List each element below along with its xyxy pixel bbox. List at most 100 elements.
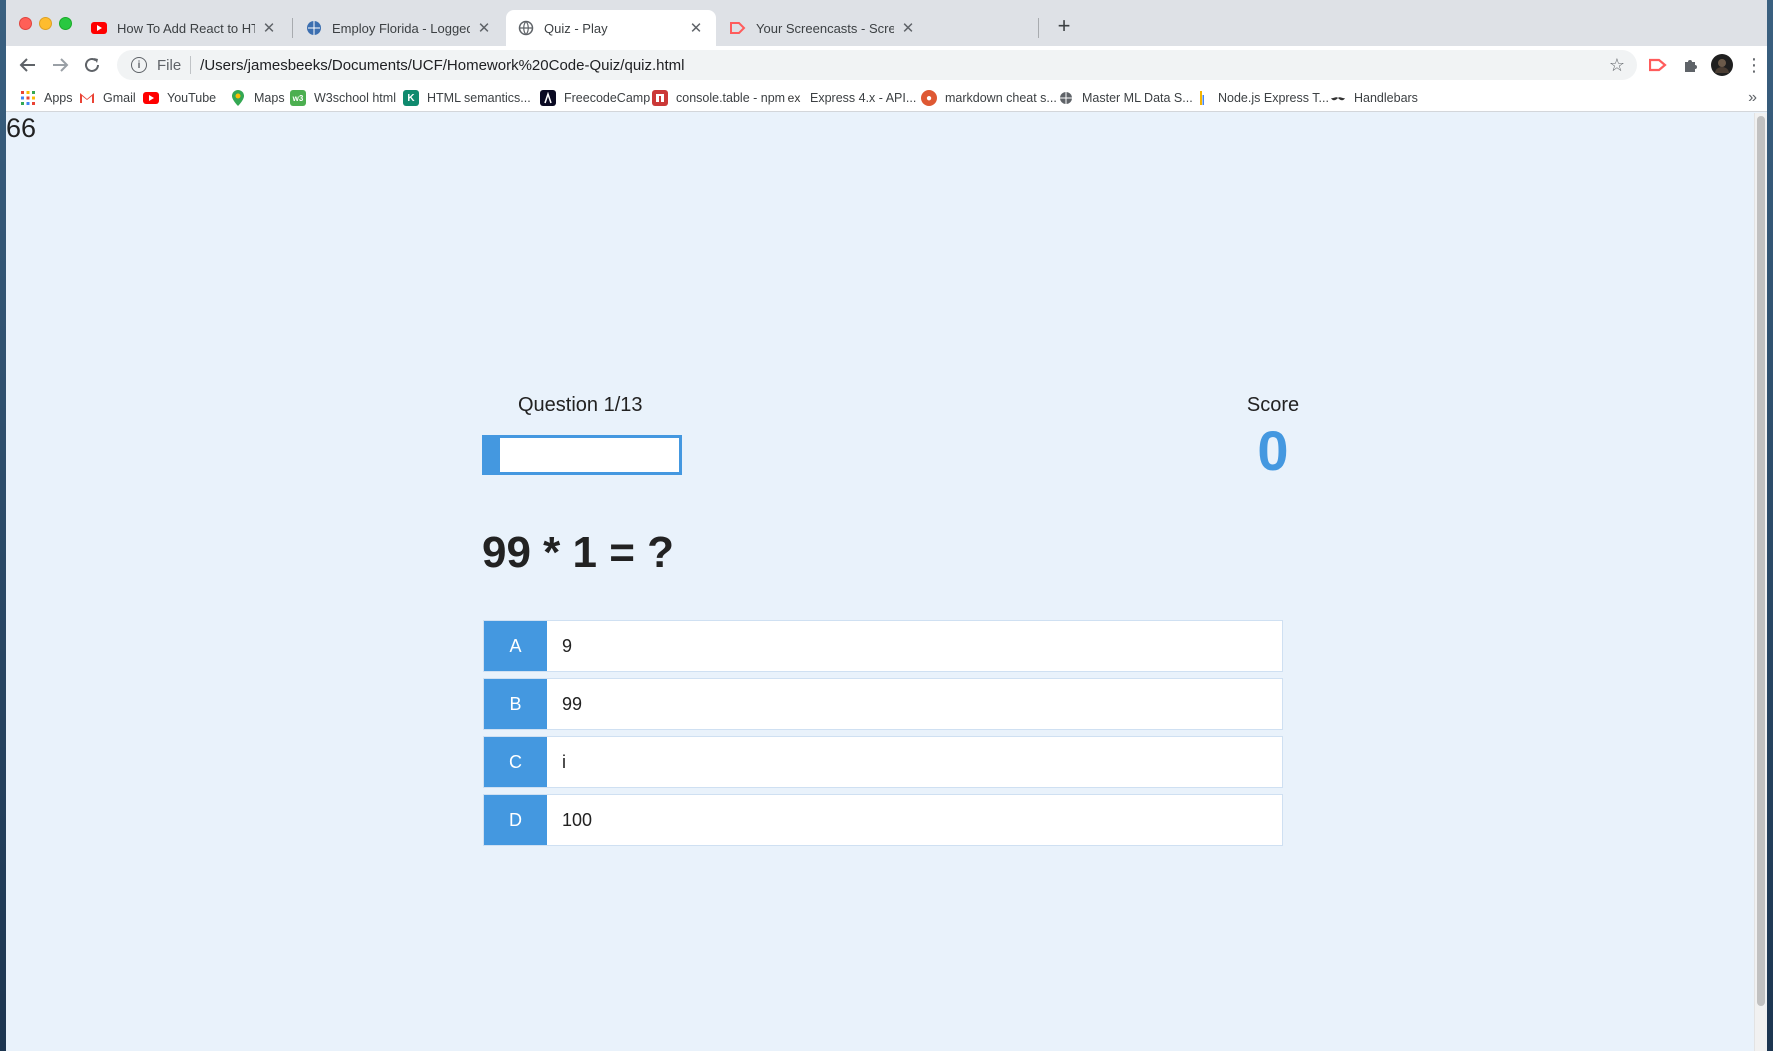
forward-arrow-icon[interactable] [48,53,72,77]
tab-title: Your Screencasts - Screencast [756,20,894,36]
bookmark-nodejs-express[interactable]: Node.js Express T... [1194,89,1329,107]
info-icon[interactable]: i [131,57,147,73]
bookmark-apps[interactable]: Apps [20,89,73,107]
bookmark-youtube[interactable]: YouTube [143,89,216,107]
quiz-page: 66 Question 1/13 Score 0 99 * 1 = ? A 9 … [6,113,1761,1051]
npm-icon [652,90,668,106]
close-window-button[interactable] [19,17,32,30]
tab-separator [292,18,293,38]
freecodecamp-icon [540,90,556,106]
tab-screencasts[interactable]: Your Screencasts - Screencast ✕ [718,10,928,46]
bookmark-label: Gmail [103,91,136,105]
gmail-icon [79,90,95,106]
bookmark-label: Maps [254,91,285,105]
youtube-icon [91,20,107,36]
bookmark-label: YouTube [167,91,217,105]
bar-icon [1194,90,1210,106]
address-bar[interactable]: i File /Users/jamesbeeks/Documents/UCF/H… [117,50,1637,80]
reload-icon[interactable] [80,53,104,77]
bookmark-label: Handlebars [1354,91,1418,105]
score-value: 0 [1257,419,1289,482]
bookmark-label: Express 4.x - API... [810,91,917,105]
apps-grid-icon [20,90,36,106]
chrome-menu-icon[interactable]: ⋮ [1742,53,1766,77]
globe-icon [518,20,534,36]
close-tab-icon[interactable]: ✕ [900,19,916,37]
bookmark-w3school[interactable]: w3 W3school html [290,89,396,107]
bookmark-gmail[interactable]: Gmail [79,89,136,107]
choice-text: i [562,751,566,772]
bookmark-master-ml[interactable]: Master ML Data S... [1058,89,1193,107]
bookmark-markdown-cheat[interactable]: ● markdown cheat s... [921,89,1057,107]
tab-title: Quiz - Play [544,20,608,36]
url-scheme-label: File [157,56,182,74]
new-tab-button[interactable]: + [1052,14,1076,38]
choice-c[interactable]: C i [483,736,1283,788]
bookmark-label: W3school html [314,91,396,105]
screencastify-extension-icon[interactable] [1646,53,1670,77]
bookmark-label: FreecodeCamp [564,91,651,105]
mustache-icon [1330,90,1346,106]
choice-d[interactable]: D 100 [483,794,1283,846]
tab-quiz-play[interactable]: Quiz - Play ✕ [506,10,716,46]
bookmark-console-table[interactable]: console.table - npm [652,89,785,107]
globe-icon [1058,90,1074,106]
close-tab-icon[interactable]: ✕ [476,19,492,37]
bookmark-label: Apps [44,91,73,105]
choice-text: 99 [562,693,583,714]
tab-react-html[interactable]: How To Add React to HTML We ✕ [79,10,289,46]
progress-bar-fill [485,438,500,472]
bookmark-label: console.table - npm [676,91,786,105]
timer-counter: 66 [6,113,37,143]
screencastify-icon [730,20,746,36]
choice-prefix: B [484,679,547,729]
bookmarks-bar: Apps Gmail YouTube Maps w3 W3school html… [6,84,1767,112]
tab-employ-florida[interactable]: Employ Florida - Logged Off ✕ [294,10,504,46]
url-text[interactable]: /Users/jamesbeeks/Documents/UCF/Homework… [200,57,684,74]
bookmark-label: Master ML Data S... [1082,91,1193,105]
bookmark-maps[interactable]: Maps [230,89,285,107]
tab-title: Employ Florida - Logged Off [332,20,470,36]
tab-separator [1038,18,1039,38]
progress-bar [482,435,682,475]
globe-icon [306,20,322,36]
bookmark-freecodecamp[interactable]: FreecodeCamp [540,89,650,107]
browser-toolbar: i File /Users/jamesbeeks/Documents/UCF/H… [6,46,1767,84]
choice-a[interactable]: A 9 [483,620,1283,672]
browser-window: How To Add React to HTML We ✕ Employ Flo… [6,0,1767,1051]
bookmark-html-semantics[interactable]: K HTML semantics... [403,89,531,107]
w3schools-icon: w3 [290,90,306,106]
bookmark-label: Node.js Express T... [1218,91,1329,105]
close-tab-icon[interactable]: ✕ [688,19,704,37]
choice-prefix: D [484,795,547,845]
extensions-puzzle-icon[interactable] [1678,53,1702,77]
question-counter: Question 1/13 [518,394,643,416]
bookmarks-overflow-button[interactable]: » [1748,89,1757,107]
back-arrow-icon[interactable] [16,53,40,77]
bookmark-star-icon[interactable]: ☆ [1609,55,1625,76]
choice-text: 100 [562,809,593,830]
express-icon: ex [787,91,801,105]
maps-icon [230,90,246,106]
youtube-icon [143,90,159,106]
scrollbar-thumb[interactable] [1757,116,1765,1006]
minimize-window-button[interactable] [39,17,52,30]
choice-prefix: A [484,621,547,671]
bookmark-express[interactable]: ex Express 4.x - API... [786,89,917,107]
zoom-window-button[interactable] [59,17,72,30]
question-text: 99 * 1 = ? [482,528,675,577]
choice-text: 9 [562,635,573,656]
score-label: Score [1246,394,1300,416]
bookmark-label: markdown cheat s... [945,91,1057,105]
profile-avatar[interactable] [1710,53,1734,77]
close-tab-icon[interactable]: ✕ [261,19,277,37]
desktop-edge [1767,0,1773,1051]
duckduckgo-icon: ● [921,90,937,106]
bookmark-handlebars[interactable]: Handlebars [1330,89,1418,107]
choice-prefix: C [484,737,547,787]
choice-b[interactable]: B 99 [483,678,1283,730]
omnibox-divider [190,56,192,74]
html-icon: K [403,90,419,106]
tab-strip: How To Add React to HTML We ✕ Employ Flo… [6,0,1767,46]
bookmark-label: HTML semantics... [427,91,531,105]
